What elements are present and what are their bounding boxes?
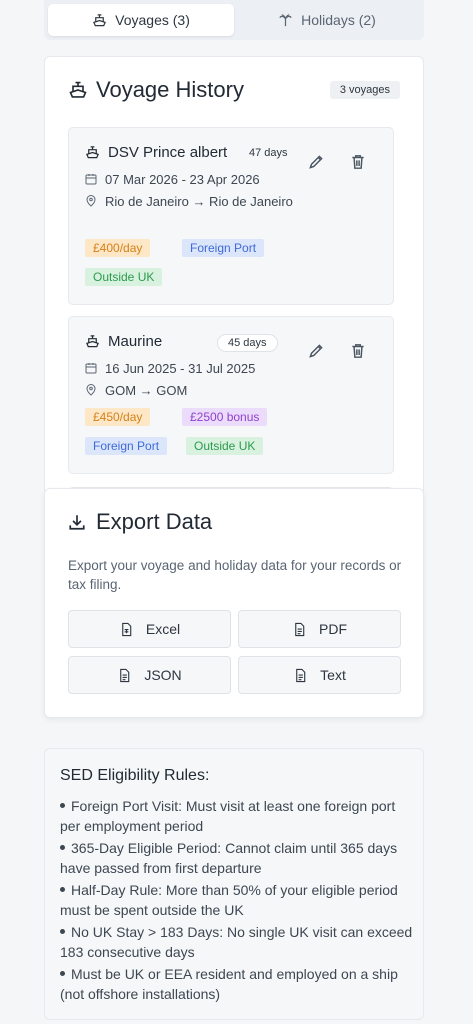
export-data-card: Export Data Export your voyage and holid… bbox=[44, 488, 424, 718]
export-excel-button[interactable]: Excel bbox=[68, 610, 231, 648]
rule-item: 365-Day Eligible Period: Cannot claim un… bbox=[60, 838, 415, 878]
export-title: Export Data bbox=[96, 509, 213, 534]
export-text-button[interactable]: Text bbox=[238, 656, 401, 694]
voyage-count-badge: 3 voyages bbox=[329, 81, 400, 99]
export-text-label: Text bbox=[320, 667, 346, 683]
outside-uk-tag: Outside UK bbox=[85, 268, 163, 286]
rate-tag: £400/day bbox=[85, 239, 151, 257]
rule-item: Must be UK or EEA resident and employed … bbox=[60, 964, 415, 1004]
voyage-days: 45 days bbox=[217, 334, 278, 352]
export-heading: Export Data bbox=[68, 509, 212, 535]
tab-voyages[interactable]: Voyages (3) bbox=[48, 4, 234, 36]
eligibility-rules-card: SED Eligibility Rules: Foreign Port Visi… bbox=[44, 748, 424, 1020]
rule-item: Half-Day Rule: More than 50% of your eli… bbox=[60, 880, 415, 920]
calendar-icon bbox=[85, 363, 97, 374]
rule-item: No UK Stay > 183 Days: No single UK visi… bbox=[60, 922, 415, 962]
foreign-port-tag: Foreign Port bbox=[85, 437, 168, 455]
voyage-history-card: Voyage History 3 voyages DSV Prince albe… bbox=[44, 56, 424, 496]
delete-icon[interactable] bbox=[349, 342, 367, 360]
voyage-dates-text: 07 Mar 2026 - 23 Apr 2026 bbox=[105, 172, 260, 187]
rule-text: Must be UK or EEA resident and employed … bbox=[60, 966, 398, 1002]
rule-text: No UK Stay > 183 Days: No single UK visi… bbox=[60, 924, 413, 960]
tab-voyages-label: Voyages (3) bbox=[115, 12, 190, 28]
bullet-icon bbox=[60, 845, 65, 851]
export-json-button[interactable]: JSON bbox=[68, 656, 231, 694]
rule-text: Half-Day Rule: More than 50% of your eli… bbox=[60, 882, 398, 918]
export-excel-label: Excel bbox=[145, 621, 181, 637]
ship-icon bbox=[69, 81, 87, 98]
export-json-label: JSON bbox=[144, 667, 182, 683]
calendar-icon bbox=[85, 174, 97, 185]
palm-tree-icon bbox=[279, 13, 292, 26]
download-icon bbox=[69, 515, 85, 530]
voyage-days: 47 days bbox=[249, 147, 288, 159]
voyage-card: DSV Prince albert 47 days 07 Mar 2026 - … bbox=[68, 127, 394, 305]
map-pin-icon bbox=[86, 384, 96, 396]
voyage-route: Rio de Janeiro → Rio de Janeiro bbox=[85, 192, 300, 211]
bullet-icon bbox=[60, 971, 65, 977]
voyage-card: Maurine 45 days 16 Jun 2025 - 31 Jul 202… bbox=[68, 316, 394, 474]
map-pin-icon bbox=[86, 195, 96, 207]
outside-uk-tag: Outside UK bbox=[186, 437, 264, 455]
delete-icon[interactable] bbox=[349, 153, 367, 171]
voyage-header: Maurine bbox=[85, 333, 162, 350]
voyage-name: DSV Prince albert bbox=[108, 144, 228, 161]
rules-list: Foreign Port Visit: Must visit at least … bbox=[60, 796, 415, 1006]
foreign-port-tag: Foreign Port bbox=[182, 239, 265, 257]
voyage-route: GOM → GOM bbox=[85, 381, 187, 400]
document-icon bbox=[120, 668, 130, 682]
voyage-history-title: Voyage History bbox=[96, 77, 244, 102]
tab-holidays-label: Holidays (2) bbox=[301, 12, 376, 28]
bonus-tag: £2500 bonus bbox=[182, 408, 268, 426]
voyage-name: Maurine bbox=[108, 333, 163, 350]
tab-bar: Voyages (3) Holidays (2) bbox=[44, 0, 424, 40]
ship-icon bbox=[93, 13, 107, 26]
voyage-dates: 07 Mar 2026 - 23 Apr 2026 bbox=[85, 170, 260, 189]
voyage-dates: 16 Jun 2025 - 31 Jul 2025 bbox=[85, 359, 255, 378]
voyage-dates-text: 16 Jun 2025 - 31 Jul 2025 bbox=[105, 361, 256, 376]
voyage-header: DSV Prince albert bbox=[85, 144, 227, 161]
edit-icon[interactable] bbox=[307, 153, 325, 171]
bullet-icon bbox=[60, 887, 65, 893]
rule-text: 365-Day Eligible Period: Cannot claim un… bbox=[60, 840, 398, 876]
rule-item: Foreign Port Visit: Must visit at least … bbox=[60, 796, 415, 836]
voyage-route-text: GOM → GOM bbox=[105, 383, 188, 398]
spreadsheet-icon bbox=[122, 622, 132, 636]
voyage-history-heading: Voyage History bbox=[68, 77, 244, 103]
tab-holidays[interactable]: Holidays (2) bbox=[234, 4, 420, 36]
export-pdf-button[interactable]: PDF bbox=[238, 610, 401, 648]
ship-icon bbox=[86, 146, 99, 159]
ship-icon bbox=[86, 335, 99, 348]
bullet-icon bbox=[60, 803, 65, 809]
document-icon bbox=[295, 622, 305, 636]
document-icon bbox=[296, 668, 306, 682]
voyage-route-text: Rio de Janeiro → Rio de Janeiro bbox=[105, 194, 293, 209]
rule-text: Foreign Port Visit: Must visit at least … bbox=[60, 798, 396, 834]
bullet-icon bbox=[60, 929, 65, 935]
export-description: Export your voyage and holiday data for … bbox=[68, 558, 402, 592]
rules-title: SED Eligibility Rules: bbox=[60, 767, 210, 784]
edit-icon[interactable] bbox=[307, 342, 325, 360]
rate-tag: £450/day bbox=[85, 408, 151, 426]
export-pdf-label: PDF bbox=[319, 621, 347, 637]
